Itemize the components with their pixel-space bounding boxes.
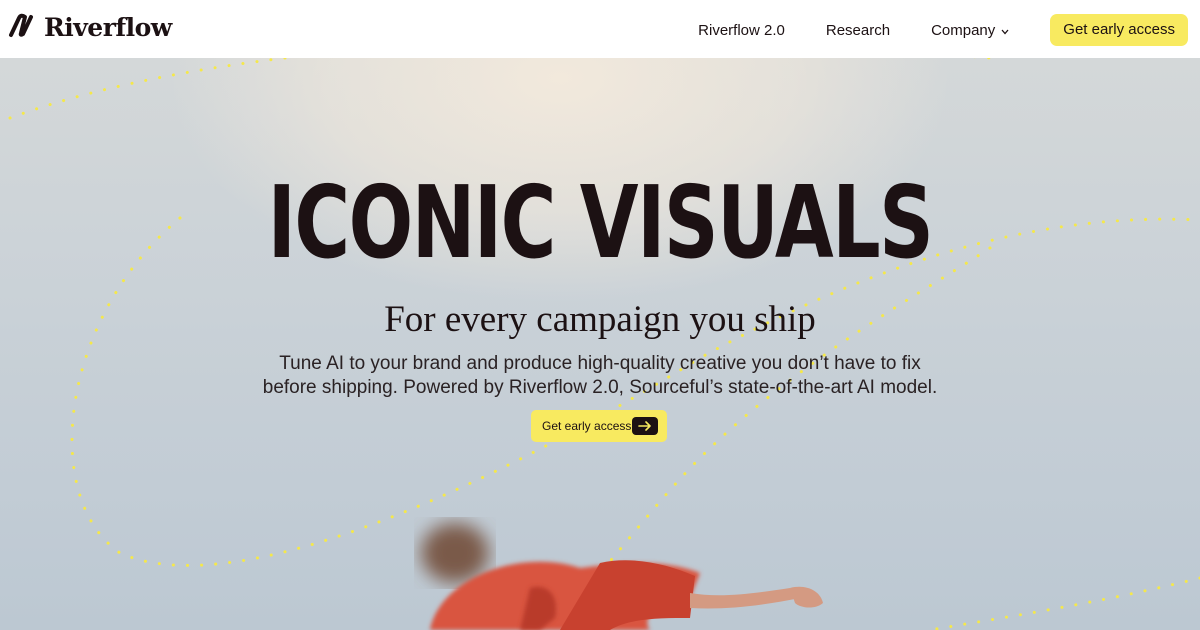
hero-section: ICONIC VISUALS For every campaign you sh… bbox=[0, 58, 1200, 630]
header-cta-button[interactable]: Get early access bbox=[1050, 14, 1188, 46]
arrow-right-icon bbox=[632, 417, 658, 435]
hero-cta-label: Get early access bbox=[542, 419, 632, 433]
nav-research[interactable]: Research bbox=[826, 22, 890, 39]
hero-subheadline: For every campaign you ship bbox=[384, 299, 816, 340]
logo-mark-icon bbox=[8, 12, 38, 43]
nav-riverflow[interactable]: Riverflow 2.0 bbox=[698, 22, 785, 39]
nav-company[interactable]: Company bbox=[931, 22, 1009, 39]
hero-description-line-2: before shipping. Powered by Riverflow 2.… bbox=[262, 377, 938, 398]
brand-name: Riverflow bbox=[44, 13, 172, 42]
hero-photo-figure bbox=[421, 523, 823, 630]
brand-logo[interactable]: Riverflow bbox=[8, 12, 172, 43]
site-header: Riverflow Riverflow 2.0 Research Company… bbox=[0, 0, 1200, 58]
hero-description: Tune AI to your brand and produce high-q… bbox=[250, 352, 950, 400]
hero-description-line-1: Tune AI to your brand and produce high-q… bbox=[279, 353, 921, 374]
nav-company-label: Company bbox=[931, 21, 996, 39]
chevron-down-icon bbox=[1001, 22, 1009, 39]
hero-headline: ICONIC VISUALS bbox=[267, 164, 934, 281]
hero-cta-button[interactable]: Get early access bbox=[531, 410, 667, 442]
main-nav: Riverflow 2.0 Research Company Get early… bbox=[698, 14, 1188, 46]
